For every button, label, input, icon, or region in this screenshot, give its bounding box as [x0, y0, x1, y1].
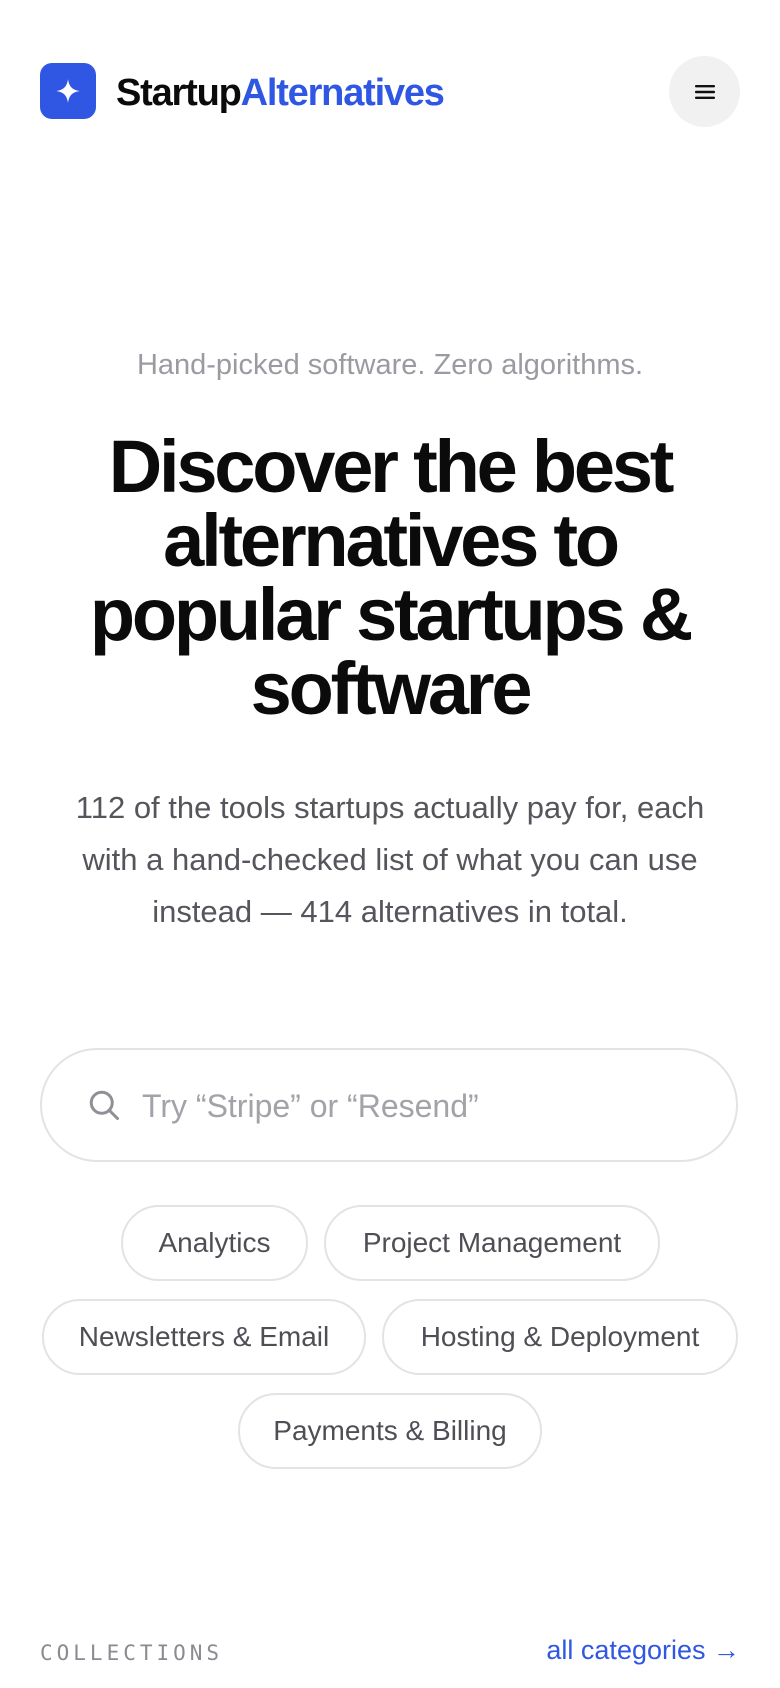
- category-chip-payments-billing[interactable]: Payments & Billing: [238, 1393, 542, 1469]
- search-icon: [89, 1090, 119, 1120]
- hamburger-menu-icon: [694, 84, 715, 99]
- category-chip-project-management[interactable]: Project Management: [324, 1205, 660, 1281]
- hero-subtitle: 112 of the tools startups actually pay f…: [75, 790, 705, 929]
- brand-name[interactable]: StartupAlternatives: [116, 70, 445, 116]
- all-categories-link[interactable]: all categories →: [546, 1632, 740, 1668]
- collections-heading: COLLECTIONS: [40, 1641, 224, 1665]
- search-input[interactable]: [142, 1078, 702, 1134]
- category-chip-newsletters-email[interactable]: Newsletters & Email: [42, 1299, 366, 1375]
- site-header: StartupAlternatives: [0, 0, 780, 190]
- menu-button[interactable]: [669, 56, 740, 127]
- hero-kicker: Hand-picked software. Zero algorithms.: [136, 349, 644, 381]
- sparkle-icon: [56, 79, 80, 103]
- logo-mark[interactable]: [40, 63, 96, 119]
- category-chip-analytics[interactable]: Analytics: [121, 1205, 308, 1281]
- brand-name-part1: Startup: [116, 72, 242, 114]
- hero-title: Discover the best alternatives to popula…: [89, 425, 693, 730]
- brand-name-part2: Alternatives: [240, 72, 445, 114]
- search-bar[interactable]: [40, 1048, 738, 1162]
- category-chip-hosting-deployment[interactable]: Hosting & Deployment: [382, 1299, 738, 1375]
